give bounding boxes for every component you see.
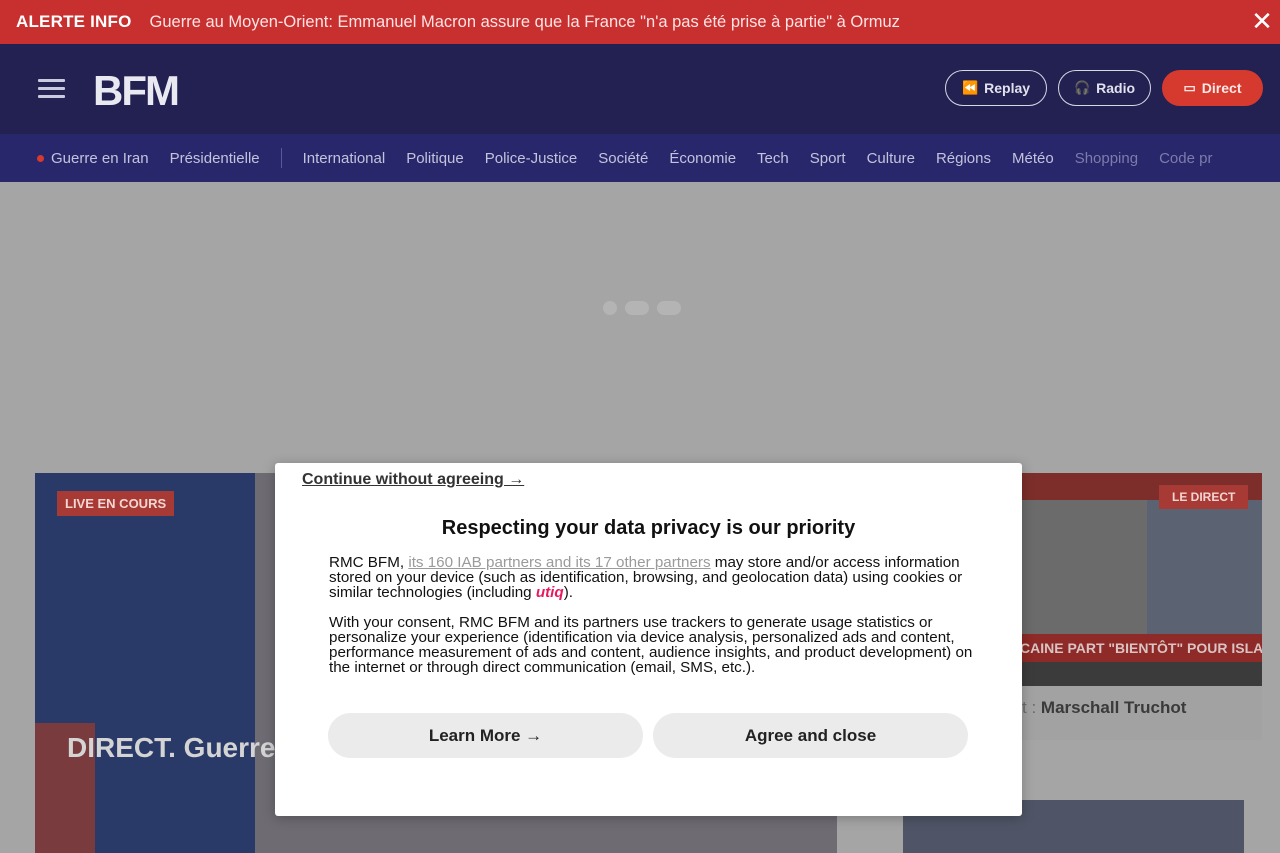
alert-bar: ALERTE INFO Guerre au Moyen-Orient: Emma… bbox=[0, 0, 1280, 44]
nav-item-economie[interactable]: Économie bbox=[669, 150, 736, 167]
utiq-logo: utiq bbox=[535, 584, 564, 601]
learn-more-button[interactable]: Learn More → bbox=[328, 713, 643, 758]
nav-item-police-justice[interactable]: Police-Justice bbox=[485, 150, 578, 167]
nav-divider bbox=[280, 148, 282, 168]
loading-indicator bbox=[603, 301, 681, 315]
consent-dialog: Continue without agreeing → Respecting y… bbox=[275, 463, 1022, 816]
replay-label: Replay bbox=[984, 80, 1031, 96]
le-direct-badge: LE DIRECT bbox=[1159, 485, 1249, 509]
nav-item-culture[interactable]: Culture bbox=[867, 150, 915, 167]
replay-button[interactable]: ⏪ Replay bbox=[945, 70, 1047, 106]
main-nav: Guerre en Iran Présidentielle Internatio… bbox=[0, 134, 1280, 182]
nav-item-guerre-en-iran[interactable]: Guerre en Iran bbox=[37, 150, 149, 167]
bfm-logo[interactable]: BFM bbox=[93, 67, 180, 115]
agree-and-close-button[interactable]: Agree and close bbox=[653, 713, 968, 758]
radio-button[interactable]: 🎧 Radio bbox=[1058, 70, 1151, 106]
nav-item-code-promo[interactable]: Code pr bbox=[1159, 150, 1212, 167]
nav-item-tech[interactable]: Tech bbox=[757, 150, 789, 167]
nav-item-meteo[interactable]: Météo bbox=[1012, 150, 1054, 167]
hamburger-menu-icon[interactable] bbox=[38, 79, 65, 99]
side-article-title[interactable]: t : Marschall Truchot bbox=[1022, 698, 1186, 718]
direct-label: Direct bbox=[1201, 80, 1242, 96]
direct-button[interactable]: ▭ Direct bbox=[1162, 70, 1263, 106]
alert-tag: ALERTE INFO bbox=[16, 12, 132, 31]
alert-headline-link[interactable]: Guerre au Moyen-Orient: Emmanuel Macron … bbox=[150, 13, 900, 32]
close-icon[interactable]: ✕ bbox=[1250, 8, 1274, 34]
nav-item-sport[interactable]: Sport bbox=[810, 150, 846, 167]
consent-paragraph-1: RMC BFM, its 160 IAB partners and its 17… bbox=[329, 554, 963, 601]
consent-title: Respecting your data privacy is our prio… bbox=[441, 517, 856, 539]
live-badge: LIVE EN COURS bbox=[57, 491, 175, 516]
nav-item-international[interactable]: International bbox=[303, 150, 386, 167]
continue-without-agreeing-link[interactable]: Continue without agreeing → bbox=[302, 471, 524, 489]
nav-item-politique[interactable]: Politique bbox=[406, 150, 464, 167]
live-dot-icon bbox=[37, 154, 44, 162]
consent-paragraph-2: With your consent, RMC BFM and its partn… bbox=[329, 614, 973, 676]
nav-item-shopping[interactable]: Shopping bbox=[1075, 150, 1138, 167]
tv-icon: ▭ bbox=[1183, 80, 1196, 95]
rewind-icon: ⏪ bbox=[961, 80, 979, 95]
nav-item-presidentielle[interactable]: Présidentielle bbox=[170, 150, 260, 167]
nav-item-regions[interactable]: Régions bbox=[936, 150, 991, 167]
side-image-banner: CAINE PART "BIENTÔT" POUR ISLAMABAD bbox=[1002, 634, 1262, 662]
radio-label: Radio bbox=[1096, 80, 1136, 96]
site-header: BFM ⏪ Replay 🎧 Radio ▭ Direct bbox=[0, 44, 1280, 134]
headphones-icon: 🎧 bbox=[1073, 80, 1091, 95]
nav-item-societe[interactable]: Société bbox=[598, 150, 648, 167]
